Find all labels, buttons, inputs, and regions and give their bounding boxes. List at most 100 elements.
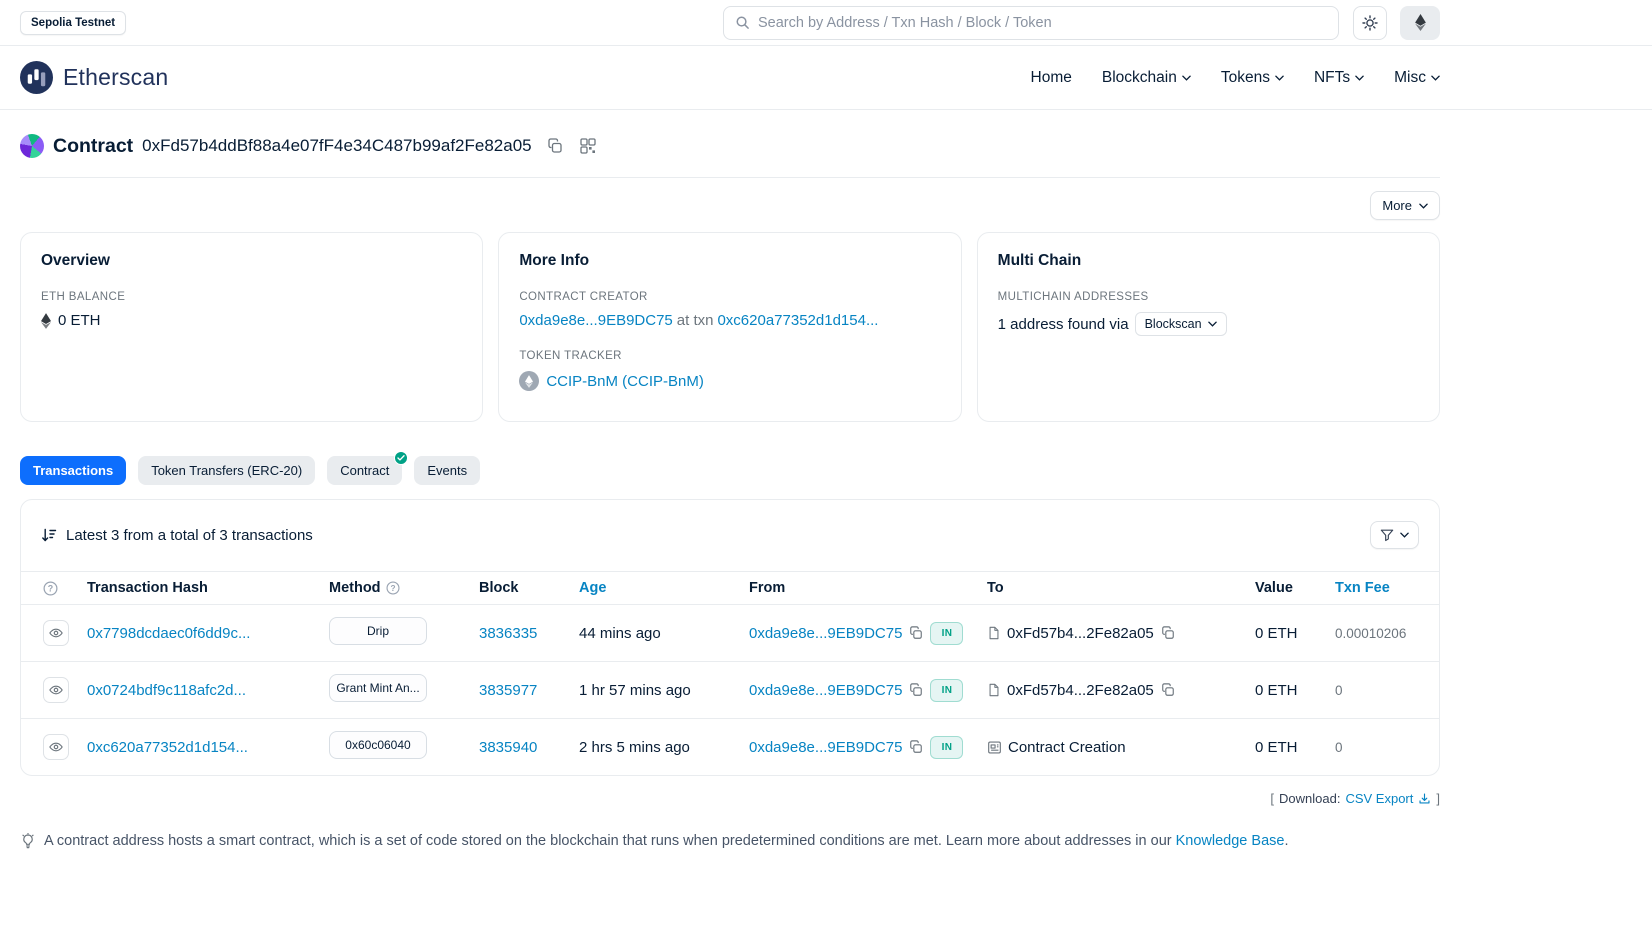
eye-icon xyxy=(49,626,63,640)
eth-balance-value: 0 ETH xyxy=(58,312,101,329)
tab-contract[interactable]: Contract xyxy=(327,456,402,485)
more-button[interactable]: More xyxy=(1370,191,1440,220)
tab-token-transfers[interactable]: Token Transfers (ERC-20) xyxy=(138,456,315,485)
at-txn-text: at txn xyxy=(677,312,714,329)
from-address-link[interactable]: 0xda9e8e...9EB9DC75 xyxy=(749,625,902,642)
method-badge[interactable]: Grant Mint An... xyxy=(329,674,427,702)
tx-preview-eye-button[interactable] xyxy=(43,677,69,703)
multichain-provider-select[interactable]: Blockscan xyxy=(1135,312,1227,336)
search-box[interactable] xyxy=(723,6,1339,40)
table-row: 0xc620a77352d1d154... 0x60c06040 3835940… xyxy=(21,719,1439,776)
network-badge[interactable]: Sepolia Testnet xyxy=(20,11,126,35)
method-badge[interactable]: 0x60c06040 xyxy=(329,731,427,759)
value-text: 0 ETH xyxy=(1255,682,1298,699)
tx-preview-eye-button[interactable] xyxy=(43,734,69,760)
nav-blockchain[interactable]: Blockchain xyxy=(1102,69,1191,87)
sun-icon xyxy=(1362,15,1378,31)
footnote: A contract address hosts a smart contrac… xyxy=(20,833,1440,849)
age-text: 1 hr 57 mins ago xyxy=(579,682,691,699)
method-badge[interactable]: Drip xyxy=(329,617,427,645)
main-content: Contract 0xFd57b4ddBf88a4e07fF4e34C487b9… xyxy=(20,110,1440,849)
column-txn-fee-sort[interactable]: Txn Fee xyxy=(1325,572,1439,605)
token-logo-icon xyxy=(519,371,539,391)
theme-toggle-button[interactable] xyxy=(1353,6,1387,40)
block-link[interactable]: 3835940 xyxy=(479,739,537,756)
tab-events[interactable]: Events xyxy=(414,456,480,485)
download-row: [ Download: CSV Export ] xyxy=(20,776,1440,806)
help-icon[interactable]: ? xyxy=(43,581,67,596)
eye-icon xyxy=(49,683,63,697)
chevron-down-icon xyxy=(1355,75,1364,81)
main-nav: Home Blockchain Tokens NFTs Misc xyxy=(1031,69,1440,87)
copy-from-address-button[interactable] xyxy=(908,625,924,641)
block-link[interactable]: 3836335 xyxy=(479,625,537,642)
to-address: 0xFd57b4...2Fe82a05 xyxy=(1007,682,1154,699)
brand-name: Etherscan xyxy=(63,64,168,91)
copy-from-address-button[interactable] xyxy=(908,682,924,698)
tx-hash-link[interactable]: 0x7798dcdaec0f6dd9c... xyxy=(87,625,250,642)
column-value: Value xyxy=(1245,572,1325,605)
search-icon xyxy=(735,15,750,30)
multichain-found-text: 1 address found via xyxy=(998,316,1129,333)
token-tracker-label: TOKEN TRACKER xyxy=(519,350,940,362)
chevron-down-icon xyxy=(1400,532,1409,538)
table-header-row: ? Transaction Hash Method ? Block Age Fr… xyxy=(21,572,1439,605)
from-address-link[interactable]: 0xda9e8e...9EB9DC75 xyxy=(749,682,902,699)
tx-hash-link[interactable]: 0x0724bdf9c118afc2d... xyxy=(87,682,246,699)
block-link[interactable]: 3835977 xyxy=(479,682,537,699)
column-method: Method ? xyxy=(319,572,469,605)
txn-fee-text: 0.00010206 xyxy=(1335,626,1406,641)
from-address-link[interactable]: 0xda9e8e...9EB9DC75 xyxy=(749,739,902,756)
nav-misc[interactable]: Misc xyxy=(1394,69,1440,87)
direction-in-badge: IN xyxy=(930,622,963,645)
chevron-down-icon xyxy=(1419,203,1428,209)
txn-fee-text: 0 xyxy=(1335,683,1343,698)
help-icon[interactable]: ? xyxy=(386,581,400,595)
creation-txn-link[interactable]: 0xc620a77352d1d154... xyxy=(717,312,878,329)
network-menu-button[interactable] xyxy=(1400,6,1440,40)
qr-code-button[interactable] xyxy=(578,136,598,156)
tx-hash-link[interactable]: 0xc620a77352d1d154... xyxy=(87,739,248,756)
column-to: To xyxy=(977,572,1245,605)
tx-preview-eye-button[interactable] xyxy=(43,620,69,646)
to-address: Contract Creation xyxy=(1008,739,1126,756)
table-row: 0x7798dcdaec0f6dd9c... Drip 3836335 44 m… xyxy=(21,605,1439,662)
search-input[interactable] xyxy=(758,15,1327,31)
chevron-down-icon xyxy=(1208,321,1217,327)
csv-export-link[interactable]: CSV Export xyxy=(1345,791,1431,806)
nav-home[interactable]: Home xyxy=(1031,69,1072,87)
contract-file-icon xyxy=(987,626,1001,640)
token-tracker-link[interactable]: CCIP-BnM (CCIP-BnM) xyxy=(546,373,704,390)
brand-logo[interactable]: Etherscan xyxy=(20,61,168,94)
tab-transactions[interactable]: Transactions xyxy=(20,456,126,485)
direction-in-badge: IN xyxy=(930,679,963,702)
copy-to-address-button[interactable] xyxy=(1160,682,1176,698)
creator-address-link[interactable]: 0xda9e8e...9EB9DC75 xyxy=(519,312,672,329)
eth-balance-label: ETH BALANCE xyxy=(41,291,462,303)
transactions-summary-text: Latest 3 from a total of 3 transactions xyxy=(66,527,313,544)
contract-address: 0xFd57b4ddBf88a4e07fF4e34C487b99af2Fe82a… xyxy=(142,136,531,156)
column-from: From xyxy=(739,572,977,605)
verified-check-icon xyxy=(394,451,408,465)
column-block: Block xyxy=(469,572,569,605)
download-icon xyxy=(1418,792,1431,805)
column-age-sort[interactable]: Age xyxy=(569,572,739,605)
page-title: Contract xyxy=(53,135,133,158)
nav-tokens[interactable]: Tokens xyxy=(1221,69,1284,87)
card-title: Overview xyxy=(41,252,462,270)
lightbulb-icon xyxy=(20,833,36,849)
more-info-card: More Info CONTRACT CREATOR 0xda9e8e...9E… xyxy=(498,232,961,422)
bracket-open: [ xyxy=(1270,791,1274,806)
copy-to-address-button[interactable] xyxy=(1160,625,1176,641)
contract-file-icon xyxy=(987,683,1001,697)
ethereum-icon xyxy=(1415,14,1426,31)
copy-from-address-button[interactable] xyxy=(908,739,924,755)
knowledge-base-link[interactable]: Knowledge Base xyxy=(1176,833,1285,849)
copy-address-button[interactable] xyxy=(545,136,565,156)
contract-creation-icon xyxy=(987,740,1002,755)
footnote-text: A contract address hosts a smart contrac… xyxy=(44,833,1288,849)
nav-nfts[interactable]: NFTs xyxy=(1314,69,1364,87)
filter-button[interactable] xyxy=(1370,521,1419,549)
transactions-header: Latest 3 from a total of 3 transactions xyxy=(21,500,1439,571)
bracket-close: ] xyxy=(1436,791,1440,806)
